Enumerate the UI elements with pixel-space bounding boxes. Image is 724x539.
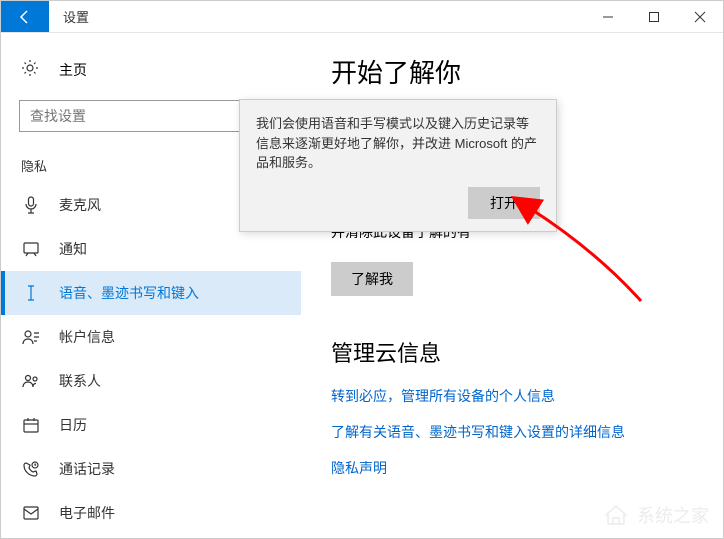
sidebar-item-speech-ink-typing[interactable]: 语音、墨迹书写和键入: [1, 271, 301, 315]
tooltip-text: 我们会使用语音和手写模式以及键入历史记录等信息来逐渐更好地了解你，并改进 Mic…: [256, 114, 540, 173]
section-heading: 管理云信息: [331, 336, 693, 368]
sidebar-item-label: 通话记录: [59, 459, 115, 479]
email-icon: [21, 506, 41, 520]
home-label: 主页: [59, 60, 87, 80]
text-cursor-icon: [21, 284, 41, 302]
sidebar-item-account-info[interactable]: 帐户信息: [1, 315, 301, 359]
microphone-icon: [21, 196, 41, 214]
maximize-button[interactable]: [631, 1, 677, 32]
home-link[interactable]: 主页: [1, 51, 301, 88]
sidebar-item-contacts[interactable]: 联系人: [1, 359, 301, 403]
account-icon: [21, 329, 41, 345]
learn-more-link[interactable]: 了解有关语音、墨迹书写和键入设置的详细信息: [331, 422, 693, 442]
know-me-button[interactable]: 了解我: [331, 262, 413, 296]
titlebar: 设置: [1, 1, 723, 33]
page-title: 开始了解你: [331, 53, 693, 90]
sidebar-item-label: 帐户信息: [59, 327, 115, 347]
sidebar-item-notifications[interactable]: 通知: [1, 227, 301, 271]
sidebar-item-label: 电子邮件: [59, 503, 115, 523]
sidebar-item-label: 日历: [59, 415, 87, 435]
minimize-button[interactable]: [585, 1, 631, 32]
bing-manage-link[interactable]: 转到必应，管理所有设备的个人信息: [331, 386, 693, 406]
sidebar-item-email[interactable]: 电子邮件: [1, 491, 301, 535]
calendar-icon: [21, 417, 41, 433]
call-history-icon: [21, 461, 41, 477]
window-title: 设置: [49, 1, 585, 32]
contacts-icon: [21, 373, 41, 389]
sidebar-item-label: 语音、墨迹书写和键入: [59, 283, 199, 303]
notification-icon: [21, 241, 41, 257]
sidebar-item-calendar[interactable]: 日历: [1, 403, 301, 447]
info-tooltip: 我们会使用语音和手写模式以及键入历史记录等信息来逐渐更好地了解你，并改进 Mic…: [239, 99, 557, 232]
sidebar-item-label: 麦克风: [59, 195, 101, 215]
open-button[interactable]: 打开: [468, 187, 540, 219]
privacy-statement-link[interactable]: 隐私声明: [331, 458, 693, 478]
sidebar-item-call-history[interactable]: 通话记录: [1, 447, 301, 491]
sidebar-item-label: 通知: [59, 239, 87, 259]
window-controls: [585, 1, 723, 32]
close-button[interactable]: [677, 1, 723, 32]
back-button[interactable]: [1, 1, 49, 32]
sidebar-item-label: 联系人: [59, 371, 101, 391]
gear-icon: [21, 59, 41, 80]
